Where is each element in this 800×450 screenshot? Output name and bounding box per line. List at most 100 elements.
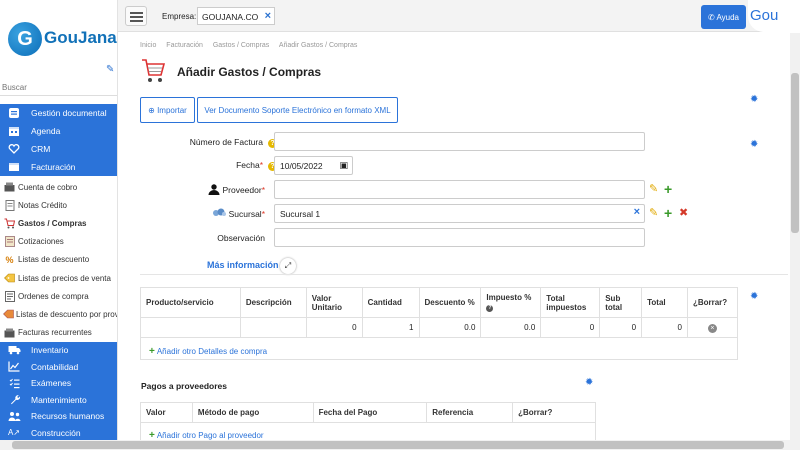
sidebar-subitem-gastos-compras[interactable]: Gastos / Compras xyxy=(0,214,117,232)
sidebar-item-examenes[interactable]: Exámenes xyxy=(0,375,117,392)
people-icon xyxy=(6,410,22,422)
column-header: Método de pago xyxy=(191,402,314,423)
sidebar-subitem-label: Notas Crédito xyxy=(18,200,67,210)
sidebar-subitem-label: Ordenes de compra xyxy=(18,291,89,301)
logo[interactable]: G GouJana xyxy=(6,20,117,60)
sidebar-item-facturacion[interactable]: Facturación xyxy=(0,158,117,176)
sidebar-submenu-facturacion: Cuenta de cobro Notas Crédito Gastos / C… xyxy=(0,178,117,342)
sidebar-subitem-cuenta-de-cobro[interactable]: Cuenta de cobro xyxy=(0,178,117,196)
hamburger-line xyxy=(130,20,143,22)
scrollbar-thumb[interactable] xyxy=(791,73,799,233)
sidebar-item-mantenimiento[interactable]: Mantenimiento xyxy=(0,392,117,409)
sidebar-item-label: Exámenes xyxy=(31,378,72,389)
edit-supplier-icon[interactable]: ✎ xyxy=(649,182,658,195)
required-marker: * xyxy=(261,185,265,195)
sidebar-item-label: Mantenimiento xyxy=(31,394,87,405)
sidebar-item-gestion-documental[interactable]: Gestión documental xyxy=(0,104,117,122)
branch-field[interactable]: Sucursal 1 × xyxy=(274,204,645,223)
help-label: Ayuda xyxy=(716,12,740,22)
add-purchase-detail-link[interactable]: + Añadir otro Detalles de compra xyxy=(149,346,267,357)
main-content: Inicio Facturación Gastos / Compras Añad… xyxy=(118,33,790,443)
calendar-icon[interactable]: ▣ xyxy=(339,160,348,171)
add-supplier-icon[interactable]: + xyxy=(664,181,672,197)
add-branch-icon[interactable]: + xyxy=(664,205,672,221)
sidebar-item-label: CRM xyxy=(31,144,51,154)
sidebar-subitem-listas-de-descuento[interactable]: % Listas de descuento xyxy=(0,251,117,269)
sidebar-item-inventario[interactable]: Inventario xyxy=(0,342,117,359)
sidebar-item-contabilidad[interactable]: Contabilidad xyxy=(0,359,117,376)
column-header: Valor xyxy=(140,402,193,423)
more-info-link[interactable]: Más información xyxy=(207,260,279,270)
sidebar-subitem-notas-credito[interactable]: Notas Crédito xyxy=(0,196,117,214)
gou-chat-badge[interactable]: Gou xyxy=(748,0,800,32)
sidebar-subitem-label: Listas de precios de venta xyxy=(18,273,111,283)
quantity-cell[interactable]: 1 xyxy=(361,317,420,338)
heart-icon xyxy=(6,143,22,155)
sidebar-subitem-listas-de-precios[interactable]: Listas de precios de venta xyxy=(0,269,117,287)
invoice-number-label-row: Número de Factura? xyxy=(148,137,277,148)
delete-branch-icon[interactable]: ✖ xyxy=(679,206,688,219)
menu-toggle-button[interactable] xyxy=(125,6,147,26)
import-icon: ⊕ xyxy=(148,105,155,115)
sidebar-subitem-listas-descuento-proveedor[interactable]: Listas de descuento por proveedor xyxy=(0,305,117,323)
gear-icon[interactable]: ✹ xyxy=(750,94,758,105)
clear-company-icon[interactable]: × xyxy=(265,10,271,22)
sidebar-top-menu: Gestión documental Agenda CRM Facturació… xyxy=(0,104,117,176)
delete-row-icon[interactable]: × xyxy=(707,323,717,333)
unit-value-cell[interactable]: 0 xyxy=(305,317,363,338)
breadcrumb-item[interactable]: Facturación xyxy=(166,42,203,49)
gear-icon[interactable]: ✹ xyxy=(750,139,758,150)
document-icon xyxy=(6,107,22,119)
scrollbar-thumb[interactable] xyxy=(12,441,784,449)
user-icon xyxy=(208,184,222,195)
date-label-row: Fecha*? xyxy=(148,160,277,171)
company-value: GOUJANA.CO xyxy=(202,12,259,22)
gear-icon[interactable]: ✹ xyxy=(750,291,758,302)
vertical-scrollbar[interactable] xyxy=(790,33,800,440)
delete-cell: × xyxy=(686,317,739,338)
pencil-icon[interactable]: ✎ xyxy=(106,64,114,75)
view-xml-button[interactable]: Ver Documento Soporte Electrónico en for… xyxy=(197,97,398,123)
date-field[interactable]: 10/05/2022 ▣ xyxy=(274,156,353,175)
breadcrumb-item[interactable]: Gastos / Compras xyxy=(213,42,269,49)
breadcrumb-item[interactable]: Inicio xyxy=(140,42,156,49)
horizontal-scrollbar[interactable] xyxy=(0,440,800,450)
sidebar-item-crm[interactable]: CRM xyxy=(0,140,117,158)
add-detail-label: Añadir otro Detalles de compra xyxy=(156,347,268,356)
product-cell[interactable] xyxy=(140,317,241,338)
column-header: Valor Unitario xyxy=(305,287,363,318)
invoice-number-field[interactable] xyxy=(274,132,645,151)
supplier-field[interactable] xyxy=(274,180,645,199)
company-label: Empresa: xyxy=(162,12,197,21)
column-header: Descuento % xyxy=(418,287,482,318)
company-selector[interactable]: GOUJANA.CO × xyxy=(197,7,275,25)
help-button[interactable]: ✆ Ayuda xyxy=(701,5,746,29)
breadcrumb-item: Añadir Gastos / Compras xyxy=(278,42,358,49)
sidebar-item-agenda[interactable]: Agenda xyxy=(0,122,117,140)
branch-label-row: Sucursal* xyxy=(148,208,265,219)
sidebar-item-label: Contabilidad xyxy=(31,361,79,372)
payments-title: Pagos a proveedores xyxy=(141,381,227,391)
sidebar-search-input[interactable] xyxy=(0,80,117,96)
import-button[interactable]: ⊕ Importar xyxy=(140,97,195,123)
description-cell[interactable] xyxy=(239,317,307,338)
discount-cell[interactable]: 0.0 xyxy=(418,317,482,338)
discount-list-icon xyxy=(3,309,14,320)
tax-cell[interactable]: 0.0 xyxy=(480,317,542,338)
subtotal-cell: 0 xyxy=(599,317,643,338)
total-cell: 0 xyxy=(641,317,688,338)
cart-icon xyxy=(142,59,165,82)
gear-icon[interactable]: ✹ xyxy=(585,377,593,388)
sidebar-subitem-cotizaciones[interactable]: Cotizaciones xyxy=(0,233,117,251)
sidebar-subitem-label: Cotizaciones xyxy=(18,237,64,247)
sidebar-subitem-ordenes-de-compra[interactable]: Ordenes de compra xyxy=(0,287,117,305)
sidebar-subitem-facturas-recurrentes[interactable]: Facturas recurrentes xyxy=(0,324,117,342)
edit-branch-icon[interactable]: ✎ xyxy=(649,206,658,219)
supplier-label-row: Proveedor* xyxy=(148,184,265,195)
sidebar-item-construccion[interactable]: A↗ Construcción xyxy=(0,425,117,441)
clear-branch-icon[interactable]: × xyxy=(634,206,640,218)
help-icon[interactable]: ? xyxy=(486,305,494,312)
expand-icon[interactable]: ⤢ xyxy=(280,258,296,274)
sidebar-item-recursos-humanos[interactable]: Recursos humanos xyxy=(0,408,117,425)
observation-field[interactable] xyxy=(274,228,645,247)
